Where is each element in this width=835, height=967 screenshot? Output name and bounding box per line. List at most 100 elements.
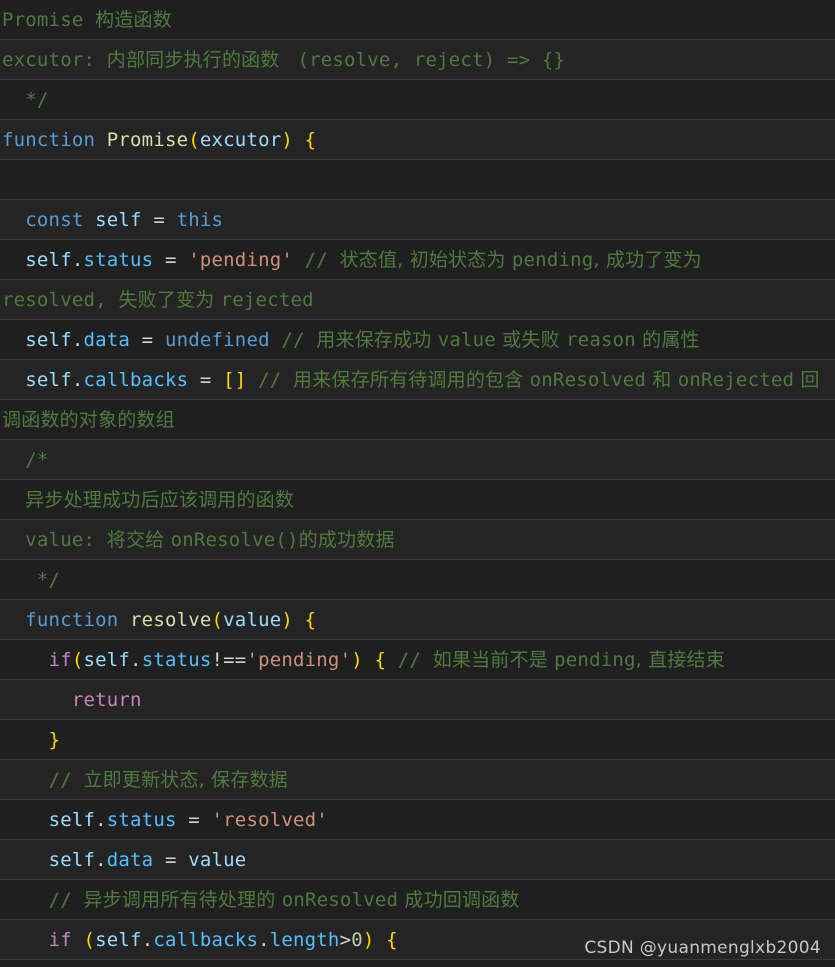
code-token-paren: ( <box>211 609 224 631</box>
code-token-comment-cn: , 成功了变为 <box>593 249 702 271</box>
code-token-comment: rejected <box>220 289 314 311</box>
code-token-var: self <box>95 209 142 231</box>
code-line[interactable]: self.status = 'resolved' <box>0 800 835 840</box>
code-token-comment: // <box>397 649 433 671</box>
code-line[interactable]: resolved, 失败了变为 rejected <box>0 280 835 320</box>
code-token-paren: ) <box>281 129 294 151</box>
code-token-paren: { <box>304 609 317 631</box>
code-token-plain: . <box>141 929 154 951</box>
code-token-var: self <box>25 249 72 271</box>
code-token-paren: ) <box>362 929 375 951</box>
code-line[interactable]: excutor: 内部同步执行的函数 (resolve, reject) => … <box>0 40 835 80</box>
code-token-prop: data <box>106 849 154 871</box>
code-token-paren: } <box>48 729 61 751</box>
code-token-string: 'resolved' <box>211 809 328 831</box>
code-token-paren: ) <box>281 609 294 631</box>
code-token-var: self <box>95 929 142 951</box>
code-token-plain: . <box>71 329 84 351</box>
code-token-plain: = <box>141 209 177 231</box>
code-token-prop: status <box>83 249 154 271</box>
code-token-var: self <box>83 649 131 671</box>
code-line[interactable]: self.data = value <box>0 840 835 880</box>
code-line[interactable]: 异步处理成功后应该调用的函数 <box>0 480 835 520</box>
code-token-comment: // <box>258 369 294 391</box>
code-token-string: 'pending' <box>188 249 294 271</box>
code-token-comment-cn: 将交给 <box>106 529 171 551</box>
code-token-keyword: return <box>71 689 142 711</box>
code-line[interactable]: 调函数的对象的数组 <box>0 400 835 440</box>
code-token-plain: = <box>130 329 165 351</box>
code-token-plain: . <box>258 929 270 951</box>
code-line[interactable]: value: 将交给 onResolve()的成功数据 <box>0 520 835 560</box>
code-token-var: self <box>48 809 96 831</box>
code-token-ctrl: undefined <box>164 329 270 351</box>
code-token-comment: /* <box>2 449 49 471</box>
code-token-plain: . <box>95 809 107 831</box>
code-token-plain: . <box>130 649 142 671</box>
code-token-paren: ( <box>188 129 200 151</box>
code-line[interactable]: if (self.callbacks.length>0) { <box>0 920 835 960</box>
code-editor-pane[interactable]: Promise 构造函数 excutor: 内部同步执行的函数 (resolve,… <box>0 0 835 967</box>
code-token-comment-cn: 如果当前不是 <box>432 649 555 671</box>
code-token-string: 'pending' <box>246 649 352 671</box>
code-token-comment-cn: 用来保存所有待调用的包含 <box>293 369 530 391</box>
code-token-plain: !== <box>211 649 247 671</box>
code-token-var: excutor <box>199 129 282 151</box>
code-line[interactable]: // 立即更新状态, 保存数据 <box>0 760 835 800</box>
code-token-prop: status <box>106 809 177 831</box>
code-line[interactable]: /* <box>0 440 835 480</box>
code-token-prop: data <box>83 329 131 351</box>
code-token-keyword: if <box>48 649 72 671</box>
code-token-comment: value <box>437 329 496 351</box>
code-token-comment: resolved, <box>2 289 119 311</box>
code-line[interactable] <box>0 160 835 200</box>
code-line[interactable]: function resolve(value) { <box>0 600 835 640</box>
code-line[interactable]: const self = this <box>0 200 835 240</box>
code-token-comment-cn: 成功回调函数 <box>398 889 520 911</box>
code-token-plain: = <box>188 369 224 391</box>
code-line[interactable]: */ <box>0 80 835 120</box>
code-line[interactable]: function Promise(excutor) { <box>0 120 835 160</box>
code-token-paren: [] <box>223 369 247 391</box>
code-token-func: Promise <box>106 129 189 151</box>
code-token-comment: // <box>48 769 84 791</box>
code-token-comment: // <box>281 329 317 351</box>
code-line[interactable]: if(self.status!=='pending') { // 如果当前不是 … <box>0 640 835 680</box>
code-token-comment-cn: 失败了变为 <box>118 289 221 311</box>
code-line[interactable]: Promise 构造函数 <box>0 0 835 40</box>
code-line[interactable]: self.status = 'pending' // 状态值, 初始状态为 pe… <box>0 240 835 280</box>
code-line[interactable]: return <box>0 680 835 720</box>
code-token-plain: . <box>95 849 107 871</box>
code-token-comment: onResolve() <box>170 529 299 551</box>
code-token-comment-cn: 立即更新状态, 保存数据 <box>83 769 288 791</box>
code-token-var: value <box>223 609 282 631</box>
code-line-list[interactable]: Promise 构造函数 excutor: 内部同步执行的函数 (resolve,… <box>0 0 835 960</box>
code-token-comment: value: <box>2 529 107 551</box>
code-token-prop: length <box>269 929 340 951</box>
code-token-prop: callbacks <box>83 369 189 391</box>
code-token-ctrl: function <box>2 129 96 151</box>
code-line[interactable]: } <box>0 720 835 760</box>
code-token-comment: // <box>48 889 84 911</box>
code-line[interactable]: self.data = undefined // 用来保存成功 value 或失… <box>0 320 835 360</box>
code-token-comment: excutor: <box>2 49 107 71</box>
code-line[interactable]: */ <box>0 560 835 600</box>
code-line[interactable]: self.callbacks = [] // 用来保存所有待调用的包含 onRe… <box>0 360 835 400</box>
code-line[interactable]: // 异步调用所有待处理的 onResolved 成功回调函数 <box>0 880 835 920</box>
